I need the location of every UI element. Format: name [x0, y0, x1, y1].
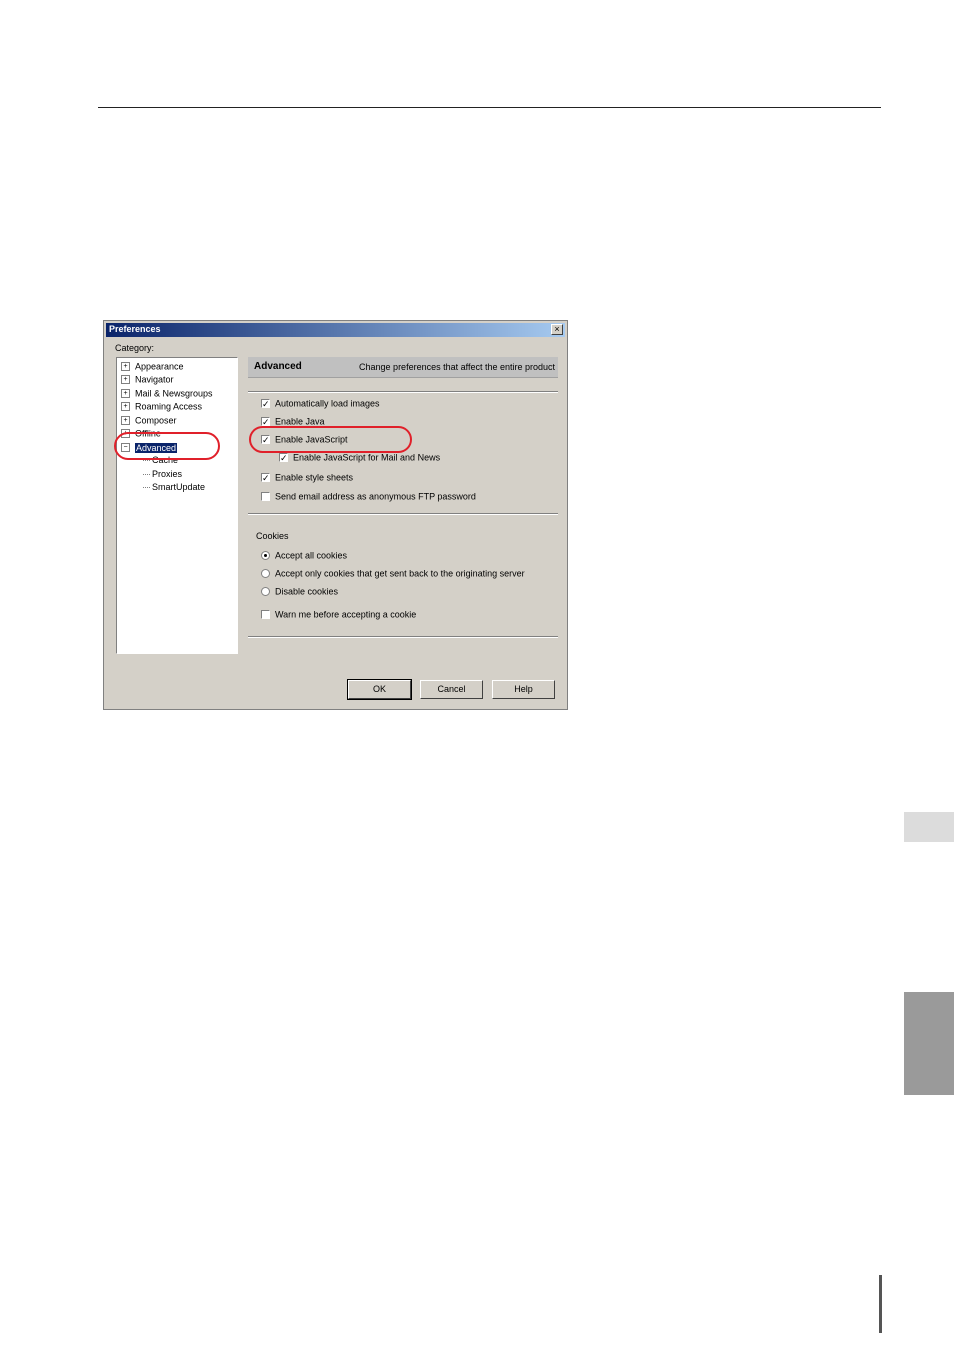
checkbox[interactable]: ✓	[261, 399, 270, 409]
expand-icon[interactable]: +	[121, 375, 130, 385]
divider	[248, 391, 558, 393]
panel-title: Advanced	[254, 361, 302, 372]
radio-accept-originating-cookies[interactable]: Accept only cookies that get sent back t…	[261, 568, 525, 580]
tree-item-mail-newsgroups[interactable]: + Mail & Newsgroups	[121, 388, 213, 400]
panel-header: Advanced Change preferences that affect …	[248, 357, 558, 378]
option-label: Enable JavaScript for Mail and News	[293, 452, 441, 463]
highlight-ring-advanced	[114, 432, 220, 460]
category-tree[interactable]: + Appearance + Navigator + Mail & Newsgroup…	[116, 357, 238, 654]
option-label: Disable cookies	[275, 586, 339, 597]
help-button[interactable]: Help	[492, 680, 555, 699]
preferences-dialog: Preferences × Category: + Appearance + Nav…	[103, 320, 568, 710]
option-label: Accept all cookies	[275, 550, 348, 561]
option-enable-javascript-mail[interactable]: ✓ Enable JavaScript for Mail and News	[279, 452, 440, 464]
tree-item-navigator[interactable]: + Navigator	[121, 374, 174, 386]
tree-item-label: Mail & Newsgroups	[135, 388, 213, 399]
option-warn-cookie[interactable]: Warn me before accepting a cookie	[261, 609, 416, 621]
option-auto-load-images[interactable]: ✓ Automatically load images	[261, 398, 380, 410]
panel-description: Change preferences that affect the entir…	[359, 362, 555, 372]
radio-button[interactable]	[261, 551, 270, 561]
cancel-button[interactable]: Cancel	[420, 680, 483, 699]
category-label: Category:	[115, 343, 155, 353]
expand-icon[interactable]: +	[121, 402, 130, 412]
highlight-ring-javascript	[249, 426, 412, 453]
divider	[248, 636, 558, 638]
tree-item-roaming-access[interactable]: + Roaming Access	[121, 401, 202, 413]
tree-item-smartupdate[interactable]: SmartUpdate	[143, 482, 205, 492]
expand-icon[interactable]: +	[121, 389, 130, 399]
radio-button[interactable]	[261, 569, 270, 579]
radio-accept-all-cookies[interactable]: Accept all cookies	[261, 550, 347, 562]
side-tab-dark	[904, 992, 954, 1095]
option-send-email-ftp[interactable]: Send email address as anonymous FTP pass…	[261, 491, 476, 503]
cookies-group-label: Cookies	[256, 531, 289, 541]
tree-item-label: Roaming Access	[135, 401, 203, 412]
dialog-title: Preferences	[109, 324, 161, 334]
option-enable-style-sheets[interactable]: ✓ Enable style sheets	[261, 472, 353, 484]
tree-item-proxies[interactable]: Proxies	[143, 469, 182, 479]
page-edge-rule	[879, 1275, 882, 1333]
option-label: Enable style sheets	[275, 472, 354, 483]
dialog-titlebar[interactable]: Preferences ×	[106, 323, 565, 337]
close-icon[interactable]: ×	[551, 324, 563, 335]
divider	[248, 513, 558, 515]
option-label: Warn me before accepting a cookie	[275, 609, 417, 620]
expand-icon[interactable]: +	[121, 416, 130, 426]
tree-item-appearance[interactable]: + Appearance	[121, 361, 184, 373]
tree-item-composer[interactable]: + Composer	[121, 415, 177, 427]
top-rule	[98, 107, 881, 108]
option-label: Automatically load images	[275, 398, 380, 409]
radio-button[interactable]	[261, 587, 270, 597]
tree-item-label: Appearance	[135, 361, 184, 372]
ok-button[interactable]: OK	[347, 679, 412, 700]
checkbox[interactable]: ✓	[261, 473, 270, 483]
tree-item-label: Composer	[135, 415, 177, 426]
checkbox[interactable]	[261, 610, 270, 620]
option-label: Accept only cookies that get sent back t…	[275, 568, 525, 579]
option-label: Send email address as anonymous FTP pass…	[275, 491, 476, 502]
tree-item-label: Navigator	[135, 374, 174, 385]
checkbox[interactable]: ✓	[261, 417, 270, 427]
radio-disable-cookies[interactable]: Disable cookies	[261, 586, 338, 598]
checkbox[interactable]: ✓	[279, 453, 288, 463]
side-tab-light	[904, 812, 954, 842]
checkbox[interactable]	[261, 492, 270, 502]
expand-icon[interactable]: +	[121, 362, 130, 372]
